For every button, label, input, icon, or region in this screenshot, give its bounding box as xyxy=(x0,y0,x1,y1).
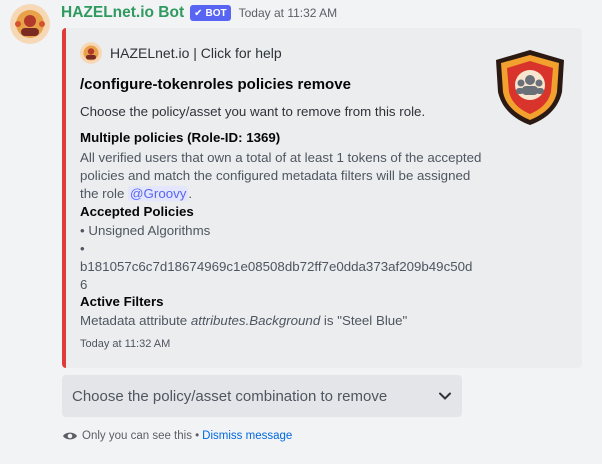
hazelnet-logo-icon xyxy=(10,4,50,44)
bot-badge-label: BOT xyxy=(205,7,227,19)
bot-badge: ✔ BOT xyxy=(190,5,231,21)
dismiss-message-link[interactable]: Dismiss message xyxy=(202,430,292,442)
policy-select-menu[interactable]: Choose the policy/asset combination to r… xyxy=(62,375,462,417)
policy-id-line: b181057c6c7d18674969c1e08508db72ff7e0dda… xyxy=(80,259,473,274)
field-value-multiple-policies: All verified users that own a total of a… xyxy=(80,149,510,203)
embed: HAZELnet.io | Click for help /configure-… xyxy=(62,28,582,368)
filter-suffix: is "Steel Blue" xyxy=(320,313,408,328)
field-name-active-filters: Active Filters xyxy=(80,294,164,309)
field-value-line: All verified users that own a total of a… xyxy=(80,150,482,165)
field-value-tail: the role xyxy=(80,186,129,201)
field-value-active-filters: Metadata attribute attributes.Background… xyxy=(80,312,510,330)
author-icon xyxy=(80,42,102,64)
embed-description: Choose the policy/asset you want to remo… xyxy=(80,104,426,119)
eye-icon xyxy=(63,432,77,440)
embed-title: /configure-tokenroles policies remove xyxy=(80,76,351,93)
message-header: HAZELnet.io Bot ✔ BOT Today at 11:32 AM xyxy=(61,3,337,23)
shield-thumbnail-icon xyxy=(492,48,568,126)
bot-avatar[interactable] xyxy=(10,4,50,44)
field-name-accepted-policies: Accepted Policies xyxy=(80,204,194,219)
field-value-accepted-policies: • Unsigned Algorithms • b181057c6c7d1867… xyxy=(80,222,510,294)
author-username[interactable]: HAZELnet.io Bot xyxy=(61,4,184,22)
policy-item: • xyxy=(80,241,85,256)
embed-author[interactable]: HAZELnet.io | Click for help xyxy=(80,42,282,64)
field-value-line: the role @Groovy. xyxy=(80,185,510,203)
field-value-end: . xyxy=(188,186,193,201)
embed-footer-timestamp: Today at 11:32 AM xyxy=(80,338,171,350)
field-name-multiple-policies: Multiple policies (Role-ID: 1369) xyxy=(80,130,281,145)
field-value-line: policies and match the configured metada… xyxy=(80,168,471,183)
role-mention[interactable]: @Groovy xyxy=(128,186,189,201)
chevron-down-icon[interactable] xyxy=(438,389,452,403)
policy-item: • Unsigned Algorithms xyxy=(80,223,211,238)
message-timestamp: Today at 11:32 AM xyxy=(238,6,338,20)
verified-check-icon: ✔ xyxy=(194,7,203,19)
ephemeral-notice: Only you can see this • Dismiss message xyxy=(62,430,292,442)
select-placeholder: Choose the policy/asset combination to r… xyxy=(72,387,388,405)
ephemeral-text: Only you can see this • xyxy=(82,430,200,442)
embed-author-name[interactable]: HAZELnet.io | Click for help xyxy=(110,45,282,61)
filter-attribute: attributes.Background xyxy=(190,313,321,328)
embed-body: HAZELnet.io | Click for help /configure-… xyxy=(66,28,582,368)
filter-prefix: Metadata attribute xyxy=(80,313,191,328)
policy-id-line: 6 xyxy=(80,277,88,292)
